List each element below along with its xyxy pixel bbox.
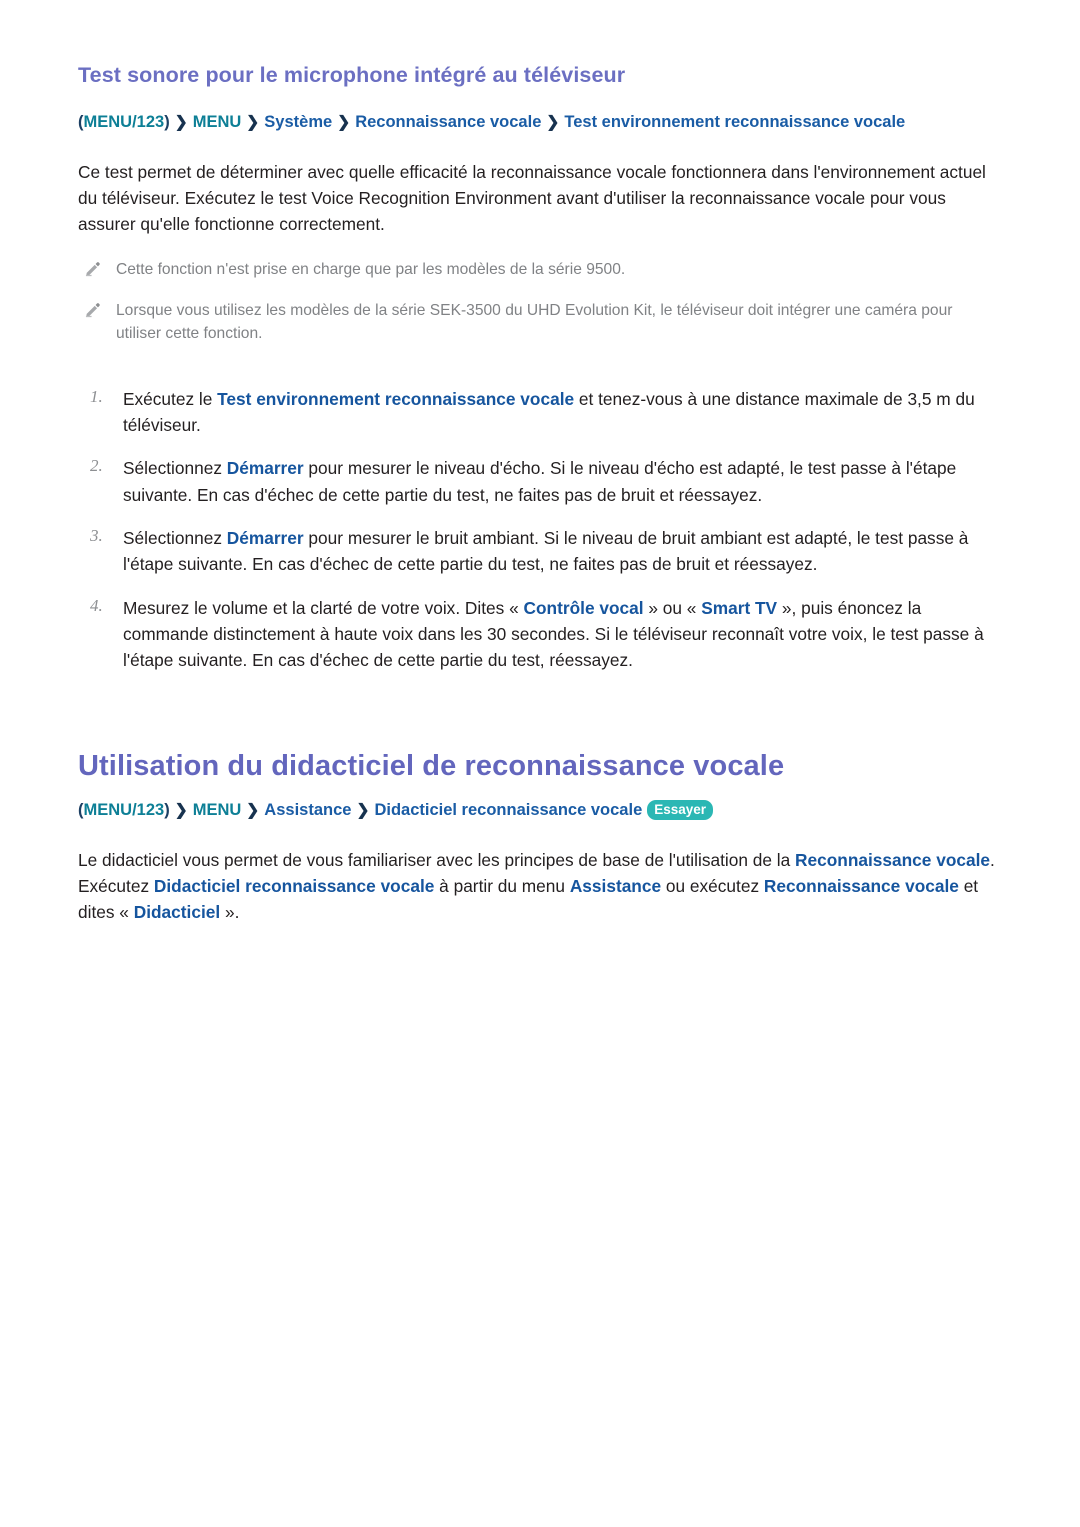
step-number: 2. bbox=[90, 456, 103, 476]
step-number: 4. bbox=[90, 595, 103, 615]
keyword-demarrer[interactable]: Démarrer bbox=[227, 528, 304, 548]
document-page: Test sonore pour le microphone intégré a… bbox=[0, 0, 1080, 1527]
step-text: Mesurez le volume et la clarté de votre … bbox=[123, 595, 1002, 674]
step-number: 3. bbox=[90, 525, 103, 545]
breadcrumb-item-menu[interactable]: MENU bbox=[193, 801, 242, 819]
step-number: 1. bbox=[90, 386, 103, 406]
keyword-assistance[interactable]: Assistance bbox=[570, 876, 661, 896]
breadcrumb-close-paren: ) bbox=[164, 112, 170, 131]
step-text-part: Sélectionnez bbox=[123, 527, 227, 548]
breadcrumb-item-systeme[interactable]: Système bbox=[264, 113, 332, 131]
paragraph-part: Le didacticiel vous permet de vous famil… bbox=[78, 849, 796, 870]
breadcrumb-item-reconnaissance-vocale[interactable]: Reconnaissance vocale bbox=[355, 113, 541, 131]
step-item-4: 4. Mesurez le volume et la clarté de vot… bbox=[78, 595, 1002, 674]
pencil-icon bbox=[78, 299, 116, 318]
chevron-right-icon: ❯ bbox=[174, 801, 188, 819]
step-text-part: Mesurez le volume et la clarté de votre … bbox=[123, 597, 524, 618]
try-it-badge[interactable]: Essayer bbox=[647, 799, 714, 821]
tutorial-paragraph: Le didacticiel vous permet de vous famil… bbox=[78, 847, 1002, 926]
step-item-2: 2. Sélectionnez Démarrer pour mesurer le… bbox=[78, 455, 1002, 508]
chevron-right-icon: ❯ bbox=[246, 801, 260, 819]
note-text: Cette fonction n'est prise en charge que… bbox=[116, 260, 626, 278]
keyword-demarrer[interactable]: Démarrer bbox=[227, 458, 304, 478]
step-text-part: Exécutez le bbox=[123, 388, 218, 409]
intro-paragraph: Ce test permet de déterminer avec quelle… bbox=[78, 161, 986, 235]
paragraph-part: ». bbox=[220, 902, 240, 923]
paragraph-part: à partir du menu bbox=[434, 875, 570, 896]
keyword-test-environnement[interactable]: Test environnement reconnaissance vocale bbox=[217, 389, 574, 409]
step-text-part: Sélectionnez bbox=[123, 458, 227, 479]
chevron-right-icon: ❯ bbox=[356, 801, 370, 819]
breadcrumb-item-menu123[interactable]: MENU/123 bbox=[84, 113, 165, 131]
step-text: Sélectionnez Démarrer pour mesurer le br… bbox=[123, 525, 1002, 578]
keyword-smart-tv[interactable]: Smart TV bbox=[701, 598, 777, 618]
keyword-didacticiel-reconnaissance-vocale[interactable]: Didacticiel reconnaissance vocale bbox=[154, 876, 434, 896]
paragraph-part: ou exécutez bbox=[661, 875, 764, 896]
note-list: Cette fonction n'est prise en charge que… bbox=[78, 258, 1002, 346]
chevron-right-icon: ❯ bbox=[174, 113, 188, 131]
note-text: Lorsque vous utilisez les modèles de la … bbox=[116, 302, 953, 343]
keyword-reconnaissance-vocale-2[interactable]: Reconnaissance vocale bbox=[764, 876, 959, 896]
breadcrumb-close-paren: ) bbox=[164, 800, 170, 819]
step-item-1: 1. Exécutez le Test environnement reconn… bbox=[78, 386, 1002, 439]
section-heading-tutorial: Utilisation du didacticiel de reconnaiss… bbox=[78, 750, 785, 783]
keyword-didacticiel[interactable]: Didacticiel bbox=[134, 902, 220, 922]
breadcrumb-item-assistance[interactable]: Assistance bbox=[264, 801, 351, 819]
breadcrumb-item-test-environnement[interactable]: Test environnement reconnaissance vocale bbox=[564, 113, 905, 131]
pencil-icon bbox=[78, 258, 116, 277]
breadcrumb-item-menu[interactable]: MENU bbox=[193, 113, 242, 131]
step-text: Exécutez le Test environnement reconnais… bbox=[123, 386, 1002, 439]
breadcrumb-sound-test: (MENU/123) ❯ MENU ❯ Système ❯ Reconnaissance v… bbox=[78, 111, 1002, 135]
breadcrumb-item-menu123[interactable]: MENU/123 bbox=[84, 801, 165, 819]
keyword-reconnaissance-vocale[interactable]: Reconnaissance vocale bbox=[795, 850, 990, 870]
breadcrumb-tutorial: (MENU/123) ❯ MENU ❯ Assistance ❯ Didacticiel r… bbox=[78, 799, 1002, 823]
chevron-right-icon: ❯ bbox=[337, 113, 351, 131]
step-item-3: 3. Sélectionnez Démarrer pour mesurer le… bbox=[78, 525, 1002, 578]
note-item: Cette fonction n'est prise en charge que… bbox=[78, 258, 1002, 281]
section-heading-sound-test: Test sonore pour le microphone intégré a… bbox=[78, 63, 626, 87]
note-item: Lorsque vous utilisez les modèles de la … bbox=[78, 299, 1002, 346]
keyword-controle-vocal[interactable]: Contrôle vocal bbox=[524, 598, 644, 618]
step-text: Sélectionnez Démarrer pour mesurer le ni… bbox=[123, 455, 1002, 508]
chevron-right-icon: ❯ bbox=[546, 113, 560, 131]
chevron-right-icon: ❯ bbox=[246, 113, 260, 131]
step-list: 1. Exécutez le Test environnement reconn… bbox=[78, 386, 1002, 674]
breadcrumb-item-didacticiel[interactable]: Didacticiel reconnaissance vocale bbox=[374, 801, 642, 819]
step-text-part: » ou « bbox=[643, 597, 702, 618]
